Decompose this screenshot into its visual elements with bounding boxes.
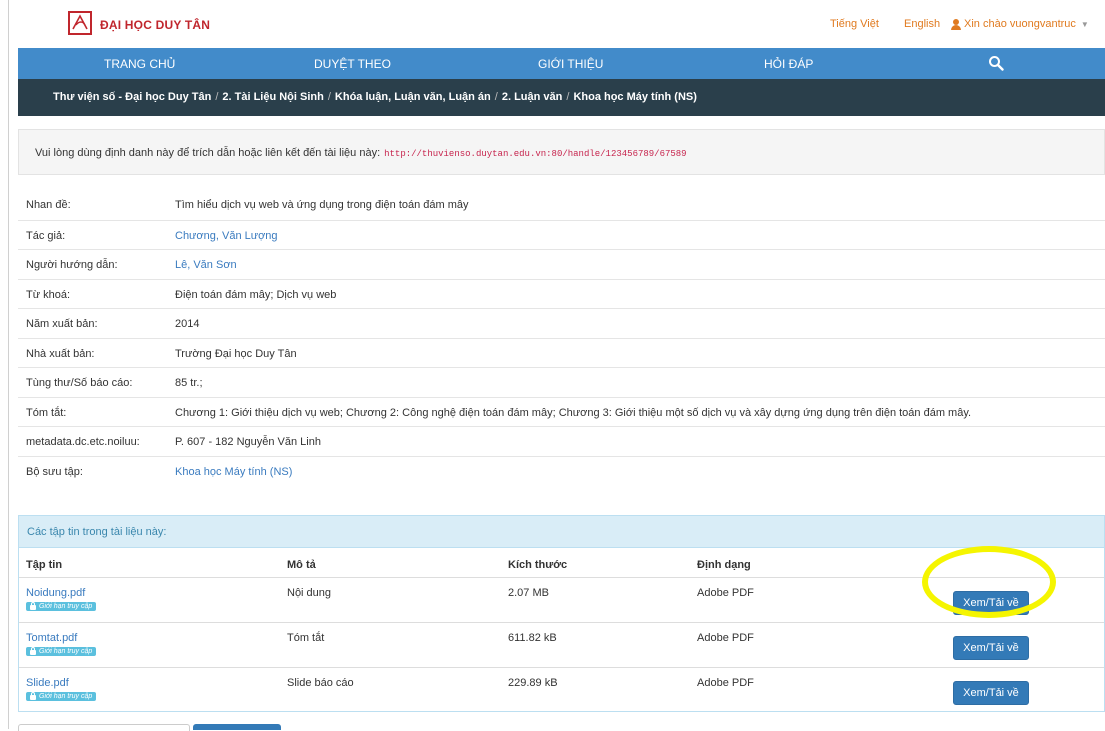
- column-header-format: Định dạng: [697, 559, 751, 571]
- file-description: Nội dung: [287, 587, 332, 599]
- metadata-value: 2014: [175, 318, 200, 330]
- metadata-row: Nhan đề: Tìm hiểu dịch vụ web và ứng dụng…: [18, 190, 1105, 220]
- metadata-row: Năm xuất bản: 2014: [18, 308, 1105, 338]
- file-description: Tóm tắt: [287, 632, 325, 644]
- metadata-value[interactable]: Chương, Văn Lượng: [175, 230, 278, 242]
- metadata-row: Từ khoá: Điện toán đám mây; Dịch vụ web: [18, 278, 1105, 309]
- metadata-row: Người hướng dẫn: Lê, Văn Sơn: [18, 249, 1105, 279]
- file-size: 2.07 MB: [508, 587, 549, 599]
- breadcrumb-separator: /: [566, 91, 570, 103]
- lock-icon: [30, 647, 36, 655]
- highlight-annotation: [922, 546, 1056, 618]
- metadata-value: Chương 1: Giới thiệu dịch vụ web; Chương…: [175, 406, 972, 419]
- view-download-button[interactable]: Xem/Tải về: [953, 681, 1029, 705]
- breadcrumb-item[interactable]: 2. Luận văn: [502, 91, 563, 103]
- metadata-value: 85 tr.;: [175, 377, 203, 389]
- main-nav: TRANG CHỦ DUYỆT THEO GIỚI THIỆU HỎI ĐÁP: [18, 48, 1105, 79]
- nav-item-faq[interactable]: HỎI ĐÁP: [764, 57, 813, 71]
- file-name-link[interactable]: Slide.pdf: [26, 677, 69, 689]
- metadata-table: Nhan đề: Tìm hiểu dịch vụ web và ứng dụng…: [18, 190, 1105, 485]
- nav-item-about[interactable]: GIỚI THIỆU: [538, 57, 603, 71]
- citation-box: Vui lòng dùng định danh này để trích dẫn…: [18, 129, 1105, 175]
- top-bar: ĐẠI HỌC DUY TÂN Tiếng Việt English Xin c…: [18, 0, 1105, 48]
- files-panel: Các tập tin trong tài liệu này: Tập tin …: [18, 515, 1105, 712]
- metadata-row: Nhà xuất bản: Trường Đại học Duy Tân: [18, 337, 1105, 368]
- brand-name[interactable]: ĐẠI HỌC DUY TÂN: [100, 18, 210, 32]
- lock-icon: [30, 602, 36, 610]
- breadcrumb-item[interactable]: Thư viện số - Đại học Duy Tân: [53, 91, 211, 103]
- column-header-file: Tập tin: [26, 559, 63, 571]
- metadata-row: Tóm tắt: Chương 1: Giới thiệu dịch vụ web…: [18, 396, 1105, 427]
- files-panel-header: Các tập tin trong tài liệu này:: [19, 516, 1104, 548]
- lock-icon: [30, 692, 36, 700]
- metadata-value: P. 607 - 182 Nguyễn Văn Linh: [175, 436, 321, 448]
- metadata-value[interactable]: Lê, Văn Sơn: [175, 259, 237, 271]
- column-header-size: Kích thước: [508, 559, 568, 571]
- metadata-value: Điện toán đám mây; Dịch vụ web: [175, 288, 337, 301]
- left-border: [8, 0, 9, 729]
- file-format: Adobe PDF: [697, 632, 754, 644]
- user-greeting: Xin chào vuongvantruc: [964, 18, 1076, 30]
- file-row: Tomtat.pdf Giới hạn truy cập Tóm tắt 611.82…: [19, 623, 1104, 668]
- restricted-access-badge: Giới hạn truy cập: [26, 692, 97, 701]
- university-logo-icon[interactable]: [68, 11, 92, 35]
- metadata-value: Trường Đại học Duy Tân: [175, 347, 297, 360]
- restricted-access-label: Giới hạn truy cập: [39, 603, 93, 610]
- restricted-access-label: Giới hạn truy cập: [39, 693, 93, 700]
- breadcrumb-item[interactable]: Khoa học Máy tính (NS): [573, 91, 696, 103]
- file-size: 611.82 kB: [508, 632, 557, 644]
- breadcrumb-item[interactable]: 2. Tài Liệu Nội Sinh: [222, 91, 323, 103]
- search-icon[interactable]: [988, 55, 1004, 71]
- metadata-label: Người hướng dẫn:: [26, 259, 118, 271]
- page: ĐẠI HỌC DUY TÂN Tiếng Việt English Xin c…: [18, 0, 1105, 712]
- breadcrumb-separator: /: [215, 91, 219, 103]
- breadcrumb: Thư viện số - Đại học Duy Tân/2. Tài Liệ…: [18, 79, 1105, 116]
- metadata-label: Từ khoá:: [26, 288, 71, 301]
- metadata-row: Tác giả: Chương, Văn Lượng: [18, 219, 1105, 250]
- nav-item-home[interactable]: TRANG CHỦ: [104, 57, 175, 71]
- chevron-down-icon: ▼: [1080, 19, 1089, 29]
- breadcrumb-item[interactable]: Khóa luận, Luận văn, Luận án: [335, 91, 491, 103]
- metadata-label: Tóm tắt:: [26, 406, 67, 419]
- user-menu[interactable]: Xin chào vuongvantruc ▼: [951, 18, 1089, 30]
- metadata-value[interactable]: Khoa học Máy tính (NS): [175, 466, 292, 478]
- breadcrumb-separator: /: [327, 91, 331, 103]
- view-download-button[interactable]: Xem/Tải về: [953, 636, 1029, 660]
- user-icon: [951, 18, 961, 30]
- metadata-row: Bộ sưu tập: Khoa học Máy tính (NS): [18, 455, 1105, 486]
- metadata-label: Năm xuất bản:: [26, 318, 98, 330]
- files-panel-title: Các tập tin trong tài liệu này:: [27, 526, 167, 538]
- file-row: Slide.pdf Giới hạn truy cập Slide báo cáo 2…: [19, 668, 1104, 713]
- metadata-label: Tùng thư/Số báo cáo:: [26, 377, 133, 389]
- nav-item-browse[interactable]: DUYỆT THEO: [314, 57, 391, 71]
- language-english-link[interactable]: English: [904, 18, 940, 30]
- metadata-label: Nhà xuất bản:: [26, 347, 95, 360]
- metadata-row: Tùng thư/Số báo cáo: 85 tr.;: [18, 367, 1105, 397]
- column-header-description: Mô tả: [287, 559, 316, 571]
- breadcrumb-separator: /: [494, 91, 498, 103]
- bottom-input-edge[interactable]: [18, 724, 190, 731]
- metadata-label: Nhan đề:: [26, 199, 71, 211]
- language-vietnamese-link[interactable]: Tiếng Việt: [830, 18, 879, 30]
- metadata-value: Tìm hiểu dịch vụ web và ứng dụng trong đ…: [175, 199, 469, 211]
- file-format: Adobe PDF: [697, 677, 754, 689]
- citation-text: Vui lòng dùng định danh này để trích dẫn…: [35, 147, 381, 159]
- metadata-label: metadata.dc.etc.noiluu:: [26, 436, 140, 448]
- file-format: Adobe PDF: [697, 587, 754, 599]
- metadata-label: Tác giả:: [26, 229, 66, 242]
- metadata-row: metadata.dc.etc.noiluu: P. 607 - 182 Nguy…: [18, 426, 1105, 456]
- metadata-label: Bộ sưu tập:: [26, 465, 83, 478]
- file-description: Slide báo cáo: [287, 677, 354, 689]
- citation-url[interactable]: http://thuvienso.duytan.edu.vn:80/handle…: [384, 149, 686, 159]
- restricted-access-badge: Giới hạn truy cập: [26, 647, 97, 656]
- restricted-access-label: Giới hạn truy cập: [39, 648, 93, 655]
- file-size: 229.89 kB: [508, 677, 558, 689]
- bottom-button-edge[interactable]: [193, 724, 281, 730]
- file-name-link[interactable]: Tomtat.pdf: [26, 632, 77, 644]
- file-name-link[interactable]: Noidung.pdf: [26, 587, 85, 599]
- restricted-access-badge: Giới hạn truy cập: [26, 602, 97, 611]
